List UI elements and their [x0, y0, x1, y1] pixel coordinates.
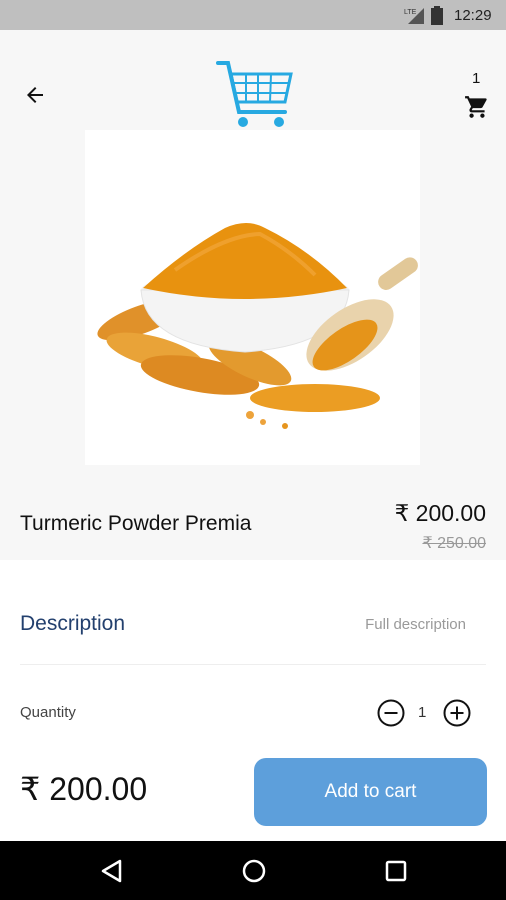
cart-icon[interactable] — [464, 94, 490, 120]
divider — [20, 664, 486, 665]
quantity-decrease-button[interactable] — [376, 698, 406, 728]
back-button[interactable] — [20, 80, 50, 110]
product-old-price: ₹ 250.00 — [422, 535, 486, 552]
nav-back-icon[interactable] — [98, 857, 126, 885]
product-header-area: 1 Turmeric Powder Premia ₹ 200.00 ₹ 250.… — [0, 30, 506, 560]
total-price: ₹ 200.00 — [20, 771, 148, 807]
description-label: Description — [20, 612, 126, 635]
cart-count-badge: 1 — [472, 70, 481, 87]
status-bar: LTE 12:29 — [0, 0, 506, 30]
nav-home-icon[interactable] — [240, 857, 268, 885]
product-name: Turmeric Powder Premia — [20, 512, 252, 535]
signal-icon: LTE — [404, 8, 424, 24]
product-details-card: Description Full description Quantity 1 … — [0, 560, 506, 841]
arrow-left-icon — [27, 87, 43, 103]
status-time: 12:29 — [454, 7, 492, 24]
shopping-cart-logo-icon — [216, 61, 293, 127]
quantity-value: 1 — [418, 704, 427, 721]
svg-text:LTE: LTE — [404, 9, 417, 16]
quantity-label: Quantity — [20, 704, 76, 721]
turmeric-powder-image — [85, 130, 420, 465]
full-description-link[interactable]: Full description — [365, 616, 466, 633]
product-price: ₹ 200.00 — [394, 500, 486, 526]
add-to-cart-button[interactable]: Add to cart — [254, 758, 487, 826]
quantity-increase-button[interactable] — [442, 698, 472, 728]
battery-icon — [431, 6, 443, 25]
nav-recents-icon[interactable] — [382, 857, 410, 885]
system-navigation-bar — [0, 841, 506, 900]
